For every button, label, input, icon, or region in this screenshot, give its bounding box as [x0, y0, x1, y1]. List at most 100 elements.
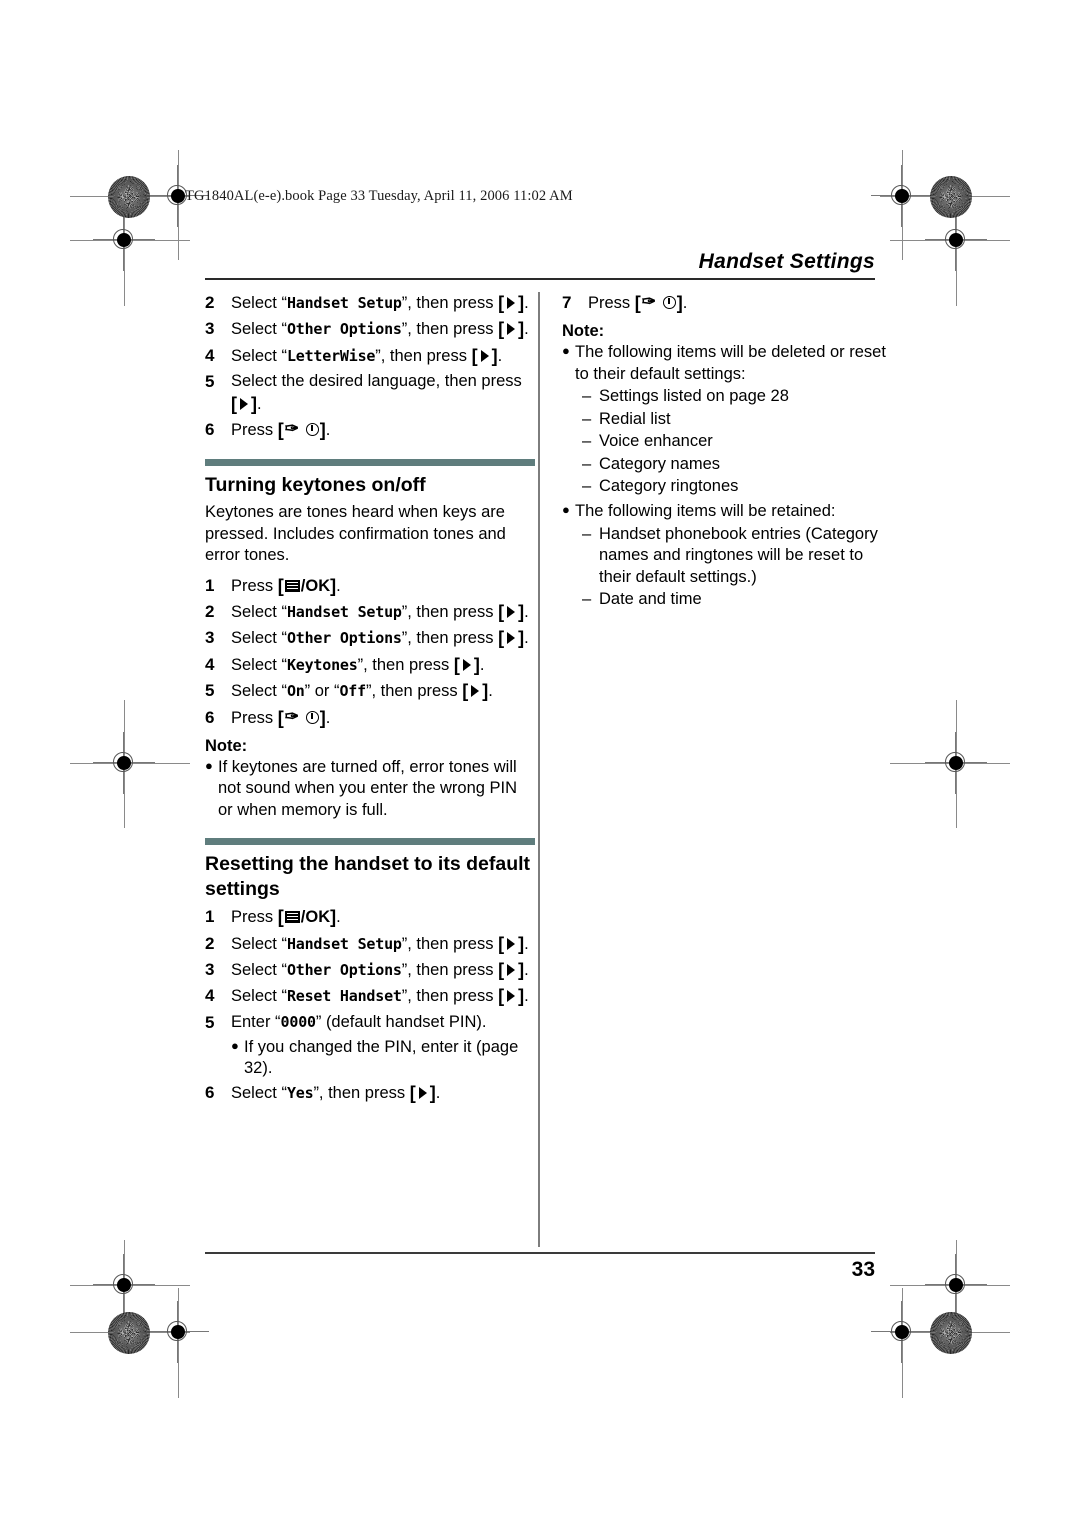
menu-name: Keytones: [286, 655, 358, 674]
step-text: Select “Other Options”, then press [].: [231, 627, 535, 650]
navigator-right-key-glyph: []: [409, 1082, 436, 1103]
navigator-right-key-glyph: []: [498, 986, 525, 1007]
step-number: 3: [205, 960, 215, 979]
note-sub-item: – Redial list: [582, 409, 892, 430]
step-text-tail: .: [524, 603, 529, 622]
step-sub-bullet: ● If you changed the PIN, enter it (page…: [231, 1037, 535, 1080]
menu-icon: [284, 911, 300, 924]
step-text: Press [✑].: [231, 419, 535, 442]
navigator-right-key-glyph: []: [453, 654, 480, 675]
note-bullet-item: ● The following items will be retained:: [562, 501, 892, 522]
note-sub-text: Settings listed on page 28: [599, 387, 789, 406]
section-title-keytones: Turning keytones on/off: [205, 474, 426, 497]
menu-option-yes: Yes: [286, 1083, 314, 1102]
menu-option-on: On: [286, 682, 305, 701]
step-text-tail: .: [325, 708, 331, 727]
menu-ok-key-glyph: [/OK]: [277, 575, 337, 596]
note-bullet-text: If keytones are turned off, error tones …: [218, 758, 518, 819]
navigator-right-key-glyph: []: [498, 602, 525, 623]
step-text-post: ”, then press: [401, 603, 494, 622]
density-patch-top-right: [930, 176, 972, 218]
step-number: 4: [205, 345, 215, 365]
dash-marker: –: [582, 454, 592, 473]
note-label-keytones: Note:: [205, 737, 248, 755]
running-head-title: Handset Settings: [698, 250, 875, 273]
step-number: 2: [205, 933, 215, 953]
step-text: Select “LetterWise”, then press [].: [231, 345, 535, 368]
step-text: Select “Other Options”, then press [].: [231, 318, 535, 341]
right-column: 7 Press [✑]. Note: ● The following items…: [562, 292, 892, 612]
dash-marker: –: [582, 387, 592, 406]
registration-mark-right-mid: [925, 732, 987, 794]
dash-marker: –: [582, 477, 592, 496]
step-item: 2 Select “Handset Setup”, then press [].: [205, 933, 535, 956]
step-text-post: ”, then press: [375, 346, 467, 365]
menu-name: Handset Setup: [286, 934, 402, 953]
step-text-tail: .: [497, 346, 503, 365]
step-item: 3 Select “Other Options”, then press [].: [205, 627, 535, 650]
section-paragraph-keytones: Keytones are tones heard when keys are p…: [205, 503, 506, 565]
menu-name: Handset Setup: [286, 603, 402, 622]
step-text-pre: Select “: [231, 961, 287, 979]
note-bullet-text: The following items will be retained:: [575, 502, 836, 521]
step-text-tail: .: [682, 294, 688, 312]
section-rule-reset: [205, 838, 535, 846]
power-off-key-glyph: [✑]: [277, 706, 326, 728]
step-text-pre: Select “: [231, 294, 287, 312]
handset-off-icon: ✑: [285, 420, 319, 437]
ok-label: /OK: [300, 908, 331, 927]
step-text: Press [✑].: [231, 707, 535, 730]
step-number: 4: [205, 654, 215, 674]
step-text-tail: .: [524, 987, 529, 1006]
step-item: 1 Press [/OK].: [205, 575, 535, 598]
step-item: 5 Select “On” or “Off”, then press [].: [205, 680, 535, 703]
step-item: 5 Enter “0000” (default handset PIN).: [205, 1012, 535, 1034]
step-number: 5: [205, 681, 215, 701]
step-text-pre: Select “: [231, 934, 287, 953]
menu-ok-key-glyph: [/OK]: [277, 907, 337, 928]
step-number: 6: [205, 707, 215, 727]
step-number: 1: [205, 907, 215, 927]
column-divider: [538, 292, 540, 1247]
registration-mark-right-upper: [925, 209, 987, 271]
step-number: 7: [562, 293, 572, 312]
note-bullet-item: ● If keytones are turned off, error tone…: [205, 757, 535, 821]
step-text-pre: Select “: [231, 603, 287, 622]
step-number: 3: [205, 628, 215, 648]
navigator-right-key-glyph: []: [498, 293, 525, 313]
step-text-pre: Select “: [231, 320, 287, 339]
handset-off-icon: ✑: [642, 293, 676, 310]
registration-mark-left-upper: [93, 209, 155, 271]
navigator-right-key-glyph: []: [498, 933, 525, 954]
step-text-pre: Press: [231, 708, 274, 727]
step-text: Select “Handset Setup”, then press [].: [231, 601, 535, 624]
menu-option-off: Off: [339, 682, 366, 701]
default-pin-value: 0000: [280, 1012, 317, 1031]
page-number: 33: [851, 1258, 875, 1281]
step-item: 4 Select “Keytones”, then press [].: [205, 654, 535, 677]
step-text-pre: Select the desired language, then press: [231, 372, 522, 391]
note-sub-item: – Category ringtones: [582, 476, 892, 497]
file-header-line: TG1840AL(e-e).book Page 33 Tuesday, Apri…: [185, 188, 573, 204]
step-number: 2: [205, 293, 215, 312]
step-text: Select “Yes”, then press [].: [231, 1082, 535, 1105]
step-number: 1: [205, 575, 215, 595]
navigator-right-key-glyph: []: [498, 960, 525, 980]
step-text-pre: Select “: [231, 629, 287, 648]
power-off-key-glyph: [✑]: [277, 419, 326, 440]
navigator-right-key-glyph: []: [498, 319, 525, 340]
ok-label: /OK: [300, 576, 331, 595]
step-text: Select “On” or “Off”, then press [].: [231, 680, 535, 703]
step-item: 7 Press [✑].: [562, 292, 892, 315]
note-sub-text: Handset phonebook entries (Category name…: [599, 524, 878, 586]
step-text-post: ”, then press: [401, 320, 494, 339]
step-number: 4: [205, 986, 215, 1006]
section-title-reset: Resetting the handset to its default set…: [205, 853, 531, 901]
step-text-post: ”, then press: [357, 655, 450, 674]
menu-name: Reset Handset: [286, 987, 402, 1006]
step-item: 4 Select “LetterWise”, then press [].: [205, 345, 535, 368]
step-item: 6 Press [✑].: [205, 707, 535, 730]
step-text: Select “Reset Handset”, then press [].: [231, 985, 535, 1008]
step-text-pre: Press: [231, 908, 274, 927]
menu-name: Other Options: [286, 320, 402, 339]
